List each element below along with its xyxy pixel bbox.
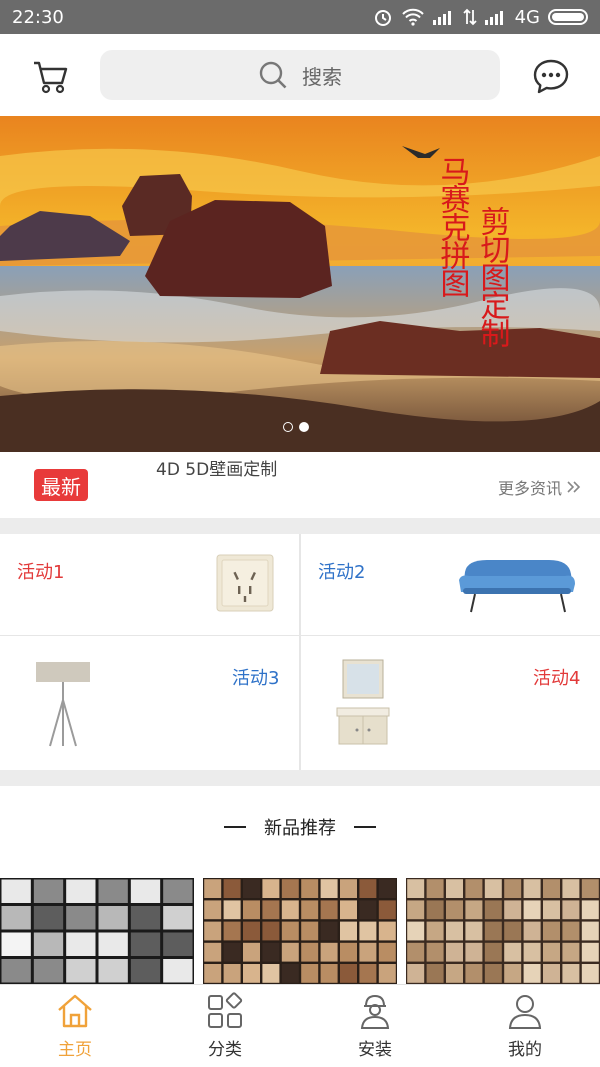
tab-category-label: 分类 (208, 1040, 242, 1060)
wall-socket-image (216, 554, 274, 612)
news-badge: 最新 (34, 469, 88, 501)
activity-label-2: 活动2 (318, 562, 366, 583)
activity-card-4[interactable]: 活动4 (301, 636, 600, 745)
floor-lamp-image (36, 662, 90, 747)
product-row (0, 868, 600, 984)
home-icon (58, 994, 92, 1028)
activity-label-4: 活动4 (533, 668, 581, 689)
news-strip[interactable]: 最新 4D 5D壁画定制 更多资讯 (0, 452, 600, 518)
activity-label-3: 活动3 (232, 668, 280, 689)
tab-home[interactable]: 主页 (0, 985, 150, 1067)
tab-mine[interactable]: 我的 (450, 985, 600, 1067)
activity-card-1[interactable]: 活动1 (0, 534, 299, 634)
tab-category[interactable]: 分类 (150, 985, 300, 1067)
brown-stone-mosaic-tile-image (203, 878, 397, 984)
banner-dot-active[interactable] (299, 422, 309, 432)
product-card-3[interactable] (406, 878, 600, 984)
new-products-section-title: 新品推荐 (0, 786, 600, 868)
header: 搜索 (0, 34, 600, 116)
section-divider (0, 518, 600, 534)
tab-mine-label: 我的 (508, 1040, 542, 1060)
activity-grid: 活动1 活动2 活动3 活动4 (0, 534, 600, 770)
worker-icon (360, 994, 390, 1029)
battery-icon (548, 9, 588, 25)
banner-sunset-painting: 马赛克拼图 剪切图定制 (0, 116, 600, 452)
cart-icon (34, 61, 68, 94)
network-type: 4G (514, 6, 540, 28)
message-button[interactable] (530, 56, 572, 98)
recommend-title: 新品推荐 (264, 818, 336, 839)
title-dash-right (354, 826, 376, 828)
bottom-tab-bar: 主页 分类 安装 我的 (0, 984, 600, 1067)
product-card-1[interactable] (0, 878, 194, 984)
tab-install-label: 安装 (358, 1040, 392, 1060)
product-card-2[interactable] (203, 878, 397, 984)
data-transfer-icon (462, 8, 477, 26)
more-news-label: 更多资讯 (497, 479, 562, 498)
user-icon (508, 995, 542, 1029)
chat-bubble-icon (533, 59, 569, 94)
activity-card-3[interactable]: 活动3 (0, 636, 299, 747)
title-dash-left (224, 826, 246, 828)
beige-marble-mosaic-tile-image (406, 878, 600, 984)
cart-button[interactable] (28, 54, 72, 98)
alarm-icon (374, 10, 391, 26)
signal-icon-2 (484, 11, 503, 25)
search-icon (259, 61, 287, 89)
activity-card-2[interactable]: 活动2 (301, 534, 600, 634)
more-news-link[interactable]: 更多资讯 (498, 475, 582, 499)
wifi-icon (401, 8, 424, 26)
tab-install[interactable]: 安装 (300, 985, 450, 1067)
newspaper-mosaic-tile-image (0, 878, 194, 984)
banner-pagination (283, 422, 309, 432)
activity-label-1: 活动1 (17, 562, 65, 583)
banner-calligraphy-left: 马赛克拼图 (435, 156, 471, 298)
status-icons: 4G (373, 7, 588, 28)
section-divider-2 (0, 770, 600, 786)
banner-calligraphy-right: 剪切图定制 (475, 206, 511, 348)
banner-carousel[interactable]: 马赛克拼图 剪切图定制 (0, 116, 600, 452)
search-input[interactable]: 搜索 (100, 50, 500, 100)
signal-icon (432, 11, 451, 25)
search-placeholder: 搜索 (302, 64, 342, 89)
banner-dot[interactable] (283, 422, 293, 432)
news-headline[interactable]: 4D 5D壁画定制 (156, 455, 277, 480)
bathroom-vanity-image (336, 659, 390, 745)
status-time: 22:30 (12, 6, 64, 28)
blue-sofa-image (459, 560, 575, 613)
category-icon (208, 992, 243, 1028)
status-bar: 22:30 4G (0, 0, 600, 34)
double-chevron-right-icon (567, 481, 581, 493)
tab-home-label: 主页 (58, 1040, 92, 1060)
